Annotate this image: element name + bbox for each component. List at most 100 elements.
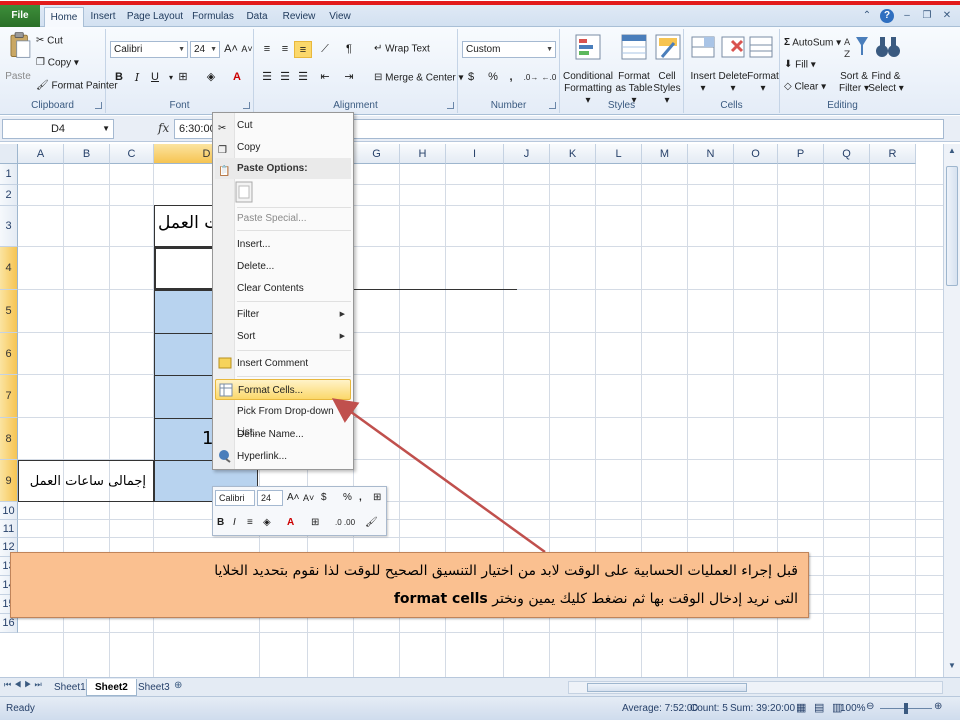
column-header-a[interactable]: A [18,144,64,164]
insert-cells-icon[interactable] [690,33,718,61]
row-header-1[interactable]: 1 [0,164,18,185]
row-header-4[interactable]: 4 [0,247,18,290]
close-icon[interactable]: ✕ [940,9,954,23]
binoculars-icon[interactable] [874,33,902,61]
merge-center-button[interactable]: ⊟ Merge & Center ▾ [374,72,464,85]
font-color-icon[interactable]: A [228,69,246,86]
mini-comma-button[interactable]: , [359,490,362,506]
increase-indent-icon[interactable]: ⇥ [340,69,358,86]
normal-view-icon[interactable]: ▦ [796,701,806,714]
clipboard-launcher-icon[interactable] [95,102,102,109]
column-header-m[interactable]: M [642,144,688,164]
fill-color-icon[interactable]: ◈ [202,69,220,86]
mini-center-icon[interactable]: ≡ [247,515,253,531]
menu-item-filter[interactable]: Filter ▶ [215,304,351,325]
menu-item-format-cells[interactable]: Format Cells... [215,379,351,400]
mini-format-painter-icon[interactable]: 🖌 [365,515,378,531]
menu-item-copy[interactable]: ❐ Copy [215,137,351,158]
column-header-l[interactable]: L [596,144,642,164]
mini-font-color-icon[interactable]: A [287,515,294,531]
tab-home[interactable]: Home [44,7,84,28]
mini-shrink-font-icon[interactable]: A˅ [303,490,314,506]
menu-item-sort[interactable]: Sort ▶ [215,326,351,347]
column-header-n[interactable]: N [688,144,734,164]
mini-currency-button[interactable]: $ [321,490,327,506]
conditional-formatting-icon[interactable] [574,33,602,61]
font-name-combo[interactable]: Calibri ▼ [110,41,188,58]
wrap-text-button[interactable]: ↵ Wrap Text [374,43,430,56]
comma-button[interactable]: , [502,69,520,86]
row-header-10[interactable]: 10 [0,502,18,520]
help-icon[interactable]: ? [880,9,894,23]
tab-formulas[interactable]: Formulas [190,7,236,27]
increase-decimal-icon[interactable]: .0→ [522,69,540,86]
font-size-combo[interactable]: 24 ▼ [190,41,220,58]
row-header-6[interactable]: 6 [0,333,18,375]
row-header-3[interactable]: 3 [0,206,18,247]
align-center-icon[interactable]: ☰ [276,69,294,86]
alignment-launcher-icon[interactable] [447,102,454,109]
mini-font-combo[interactable]: Calibri [215,490,255,506]
minimize-icon[interactable]: – [900,9,914,23]
bold-button[interactable]: B [110,69,128,86]
row-header-7[interactable]: 7 [0,375,18,418]
menu-item-insert[interactable]: Insert... [215,234,351,255]
decrease-decimal-icon[interactable]: ←.0 [540,69,558,86]
align-right-icon[interactable]: ☰ [294,69,312,86]
format-cells-ribbon-icon[interactable] [748,33,776,61]
horizontal-scrollbar[interactable] [568,681,943,694]
text-direction-icon[interactable]: ¶ [340,41,358,58]
align-left-icon[interactable]: ☰ [258,69,276,86]
menu-item-pick-list[interactable]: Pick From Drop-down List... [215,401,351,438]
name-box[interactable]: D4 ▼ [2,119,114,139]
vertical-scrollbar[interactable]: ▲ ▼ [943,144,960,677]
menu-item-hyperlink[interactable]: Hyperlink... [215,446,351,467]
format-as-table-icon[interactable] [620,33,648,61]
row-header-9[interactable]: 9 [0,460,18,502]
clear-button[interactable]: ◇ Clear ▾ [784,81,826,94]
cut-button[interactable]: ✂ Cut [36,35,63,48]
zoom-level[interactable]: 100% [840,703,866,714]
column-header-k[interactable]: K [550,144,596,164]
number-launcher-icon[interactable] [549,102,556,109]
currency-icon[interactable]: $ [462,69,480,86]
column-header-q[interactable]: Q [824,144,870,164]
insert-function-icon[interactable]: fx [158,121,169,135]
percent-button[interactable]: % [484,69,502,86]
zoom-in-icon[interactable]: ⊕ [934,701,942,712]
paste-button[interactable]: Paste [4,71,32,83]
column-header-r[interactable]: R [870,144,916,164]
tab-review[interactable]: Review [280,7,318,27]
menu-item-clear-contents[interactable]: Clear Contents [215,278,351,299]
select-all-corner[interactable] [0,144,18,164]
paste-icon[interactable] [6,31,34,59]
align-middle-icon[interactable]: ≡ [276,41,294,58]
mini-size-combo[interactable]: 24 [257,490,283,506]
restore-icon[interactable]: ❐ [920,9,934,23]
orientation-icon[interactable]: ⟋ [316,41,334,58]
decrease-indent-icon[interactable]: ⇤ [316,69,334,86]
tab-data[interactable]: Data [242,7,272,27]
align-bottom-icon[interactable]: ≡ [294,41,312,58]
find-select-button[interactable]: Find & Select ▾ [868,71,904,95]
tab-page-layout[interactable]: Page Layout [126,7,184,27]
vertical-scroll-thumb[interactable] [946,166,958,286]
menu-item-delete[interactable]: Delete... [215,256,351,277]
tab-file[interactable]: File [0,5,40,27]
align-top-icon[interactable]: ≡ [258,41,276,58]
italic-button[interactable]: I [128,69,146,86]
borders-icon[interactable]: ⊞ [174,69,192,86]
sort-filter-button[interactable]: Sort & Filter ▾ [836,71,872,95]
delete-button[interactable]: Delete ▾ [716,71,750,95]
paste-option-icon[interactable] [235,181,253,203]
tab-insert[interactable]: Insert [86,7,120,27]
row-header-11[interactable]: 11 [0,520,18,538]
page-layout-view-icon[interactable]: ▤ [814,701,824,714]
zoom-out-icon[interactable]: ⊖ [866,701,874,712]
column-header-g[interactable]: G [354,144,400,164]
sort-filter-icon[interactable]: AZ [842,33,870,61]
mini-italic-icon[interactable]: I [233,515,236,531]
autosum-button[interactable]: Σ AutoSum ▾ [784,37,841,50]
horizontal-scroll-thumb[interactable] [587,683,747,692]
sheet-nav-icon[interactable]: ⏮◀▶⏭ [4,680,45,690]
